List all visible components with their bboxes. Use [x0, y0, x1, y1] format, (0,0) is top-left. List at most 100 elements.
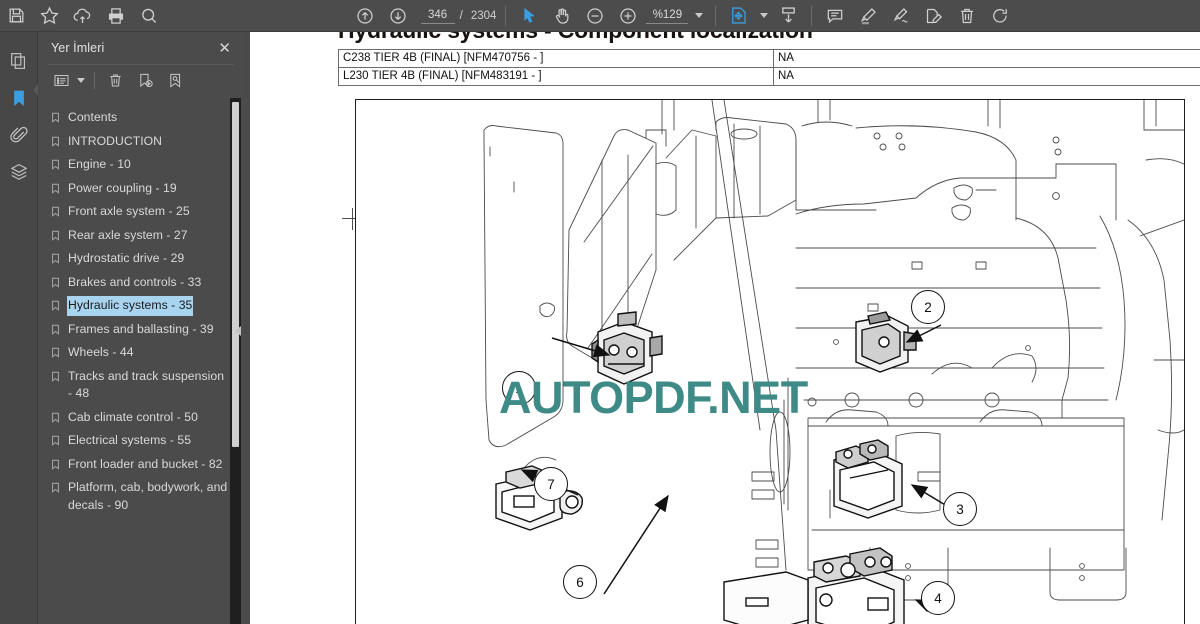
- bookmark-item[interactable]: Front loader and bucket - 82: [38, 453, 244, 477]
- table-cell-value: NA: [773, 49, 1200, 68]
- view-mode-group: [722, 0, 805, 32]
- pdf-viewer-window: 346 / 2304 %129 Yer İmleri ✕ Contents IN…: [0, 0, 1200, 624]
- bookmark-item[interactable]: Power coupling - 19: [38, 177, 244, 201]
- bookmarks-scrollbar[interactable]: [230, 98, 241, 624]
- close-icon[interactable]: ✕: [215, 39, 234, 58]
- bookmark-item[interactable]: Contents: [38, 106, 244, 130]
- page-navigation-group: 346 / 2304: [349, 0, 500, 32]
- current-page-input[interactable]: 346: [420, 8, 455, 24]
- bookmark-item-icon: [52, 206, 59, 217]
- bookmark-item-icon: [52, 159, 59, 170]
- highlight-icon[interactable]: [851, 0, 884, 32]
- print-icon[interactable]: [99, 0, 132, 32]
- search-icon[interactable]: [132, 0, 165, 32]
- bookmark-item-icon: [52, 300, 59, 311]
- bookmark-item-label: Tracks and track suspension - 48: [68, 368, 225, 401]
- bookmark-item-label: INTRODUCTION: [68, 133, 163, 148]
- bookmark-item[interactable]: INTRODUCTION: [38, 130, 244, 154]
- bookmark-item[interactable]: Engine - 10: [38, 153, 244, 177]
- panel-collapse-handle[interactable]: [232, 310, 244, 352]
- zoom-out-icon[interactable]: [578, 0, 611, 32]
- page-down-icon[interactable]: [382, 0, 415, 32]
- bookmark-item-label: Contents: [68, 110, 118, 124]
- page-separator: /: [459, 9, 463, 22]
- bookmark-icon[interactable]: [0, 79, 39, 116]
- page-up-icon[interactable]: [349, 0, 382, 32]
- delete-icon[interactable]: [950, 0, 983, 32]
- fit-page-icon[interactable]: [722, 0, 755, 32]
- delete-bookmark-icon[interactable]: [100, 66, 130, 94]
- toolbar-separator-2: [715, 5, 717, 26]
- stamp-icon[interactable]: [917, 0, 950, 32]
- bookmark-item-label: Rear axle system - 27: [68, 227, 188, 242]
- bookmark-item-icon: [52, 412, 59, 423]
- bookmark-item-label: Engine - 10: [68, 157, 131, 171]
- page-title: Hydraulic systems - Component localizati…: [338, 32, 813, 44]
- bookmark-item[interactable]: Brakes and controls - 33: [38, 271, 244, 295]
- bookmark-item[interactable]: Platform, cab, bodywork, and decals - 90: [38, 476, 244, 517]
- signature-icon[interactable]: [884, 0, 917, 32]
- scroll-mode-icon[interactable]: [772, 0, 805, 32]
- layers-icon[interactable]: [0, 153, 38, 190]
- bookmark-item-label: Wheels - 44: [68, 345, 134, 359]
- bookmark-item-icon: [52, 230, 59, 241]
- bookmark-item-icon: [52, 253, 59, 264]
- bookmark-item[interactable]: Tracks and track suspension - 48: [38, 365, 244, 406]
- bookmark-item-label: Hydrostatic drive - 29: [68, 251, 185, 265]
- bookmark-item-icon: [52, 183, 59, 194]
- edit-bookmark-icon[interactable]: [160, 66, 190, 94]
- table-cell-model: C238 TIER 4B (FINAL) [NFM470756 - ]: [338, 49, 774, 68]
- bookmark-item-label: Front loader and bucket - 82: [68, 456, 223, 471]
- pdf-page: Hydraulic systems - Component localizati…: [250, 32, 1200, 624]
- bookmark-item[interactable]: Hydraulic systems - 35: [38, 294, 244, 318]
- list-options-caret-icon[interactable]: [77, 77, 85, 83]
- favorite-star-icon[interactable]: [33, 0, 66, 32]
- document-viewport[interactable]: Hydraulic systems - Component localizati…: [244, 32, 1200, 624]
- bookmark-item[interactable]: Rear axle system - 27: [38, 224, 244, 248]
- figure-callout: 3: [943, 492, 977, 526]
- bookmark-item[interactable]: Front axle system - 25: [38, 200, 244, 224]
- bookmark-item-icon: [52, 324, 59, 335]
- bookmark-item-icon: [52, 459, 59, 470]
- bookmark-item-label: Electrical systems - 55: [68, 433, 192, 447]
- hand-tool-icon[interactable]: [545, 0, 578, 32]
- toolbar-left-group: [0, 0, 165, 32]
- bookmark-item-icon: [52, 435, 59, 446]
- bookmark-item-label: Front axle system - 25: [68, 204, 190, 218]
- cloud-upload-icon[interactable]: [66, 0, 99, 32]
- list-options-icon[interactable]: [46, 66, 76, 94]
- toolbar-separator-3: [811, 5, 813, 26]
- bookmark-item[interactable]: Hydrostatic drive - 29: [38, 247, 244, 271]
- bookmark-item-label: Power coupling - 19: [68, 180, 177, 195]
- machine-line-drawing: [483, 100, 1184, 624]
- select-tool-icon[interactable]: [512, 0, 545, 32]
- figure-callout: 2: [911, 290, 945, 324]
- bookmarks-toolbar-separator: [94, 71, 95, 89]
- bookmark-item[interactable]: Cab climate control - 50: [38, 406, 244, 430]
- thumbnails-icon[interactable]: [0, 42, 38, 79]
- figure-frame: AUTOPDF.NET 1234567: [355, 99, 1185, 624]
- attachment-icon[interactable]: [0, 116, 38, 153]
- zoom-dropdown-caret-icon[interactable]: [695, 13, 704, 18]
- annotation-group: [818, 0, 1016, 32]
- bookmarks-scroll-area[interactable]: Contents INTRODUCTION Engine - 10 Power cou…: [38, 103, 244, 624]
- rotate-icon[interactable]: [983, 0, 1016, 32]
- bookmark-item[interactable]: Electrical systems - 55: [38, 429, 244, 453]
- bookmark-item-icon: [52, 371, 59, 382]
- bookmark-item-label: Platform, cab, bodywork, and decals - 90: [68, 480, 228, 512]
- chevron-left-icon: [235, 326, 241, 336]
- view-mode-dropdown-caret-icon[interactable]: [760, 13, 769, 18]
- total-pages-label: 2304: [470, 9, 497, 22]
- bookmarks-panel-title: Yer İmleri: [51, 41, 105, 55]
- zoom-level-input[interactable]: %129: [646, 8, 689, 24]
- bookmarks-scrollbar-thumb[interactable]: [232, 102, 239, 447]
- table-cell-model: L230 TIER 4B (FINAL) [NFM483191 - ]: [338, 67, 774, 86]
- figure-callout: 1: [502, 371, 536, 405]
- bookmark-item[interactable]: Wheels - 44: [38, 341, 244, 365]
- zoom-in-icon[interactable]: [611, 0, 644, 32]
- bookmark-item[interactable]: Frames and ballasting - 39: [38, 318, 244, 342]
- figure-callout: 7: [534, 467, 568, 501]
- save-icon[interactable]: [0, 0, 33, 32]
- comment-icon[interactable]: [818, 0, 851, 32]
- add-bookmark-icon[interactable]: [130, 66, 160, 94]
